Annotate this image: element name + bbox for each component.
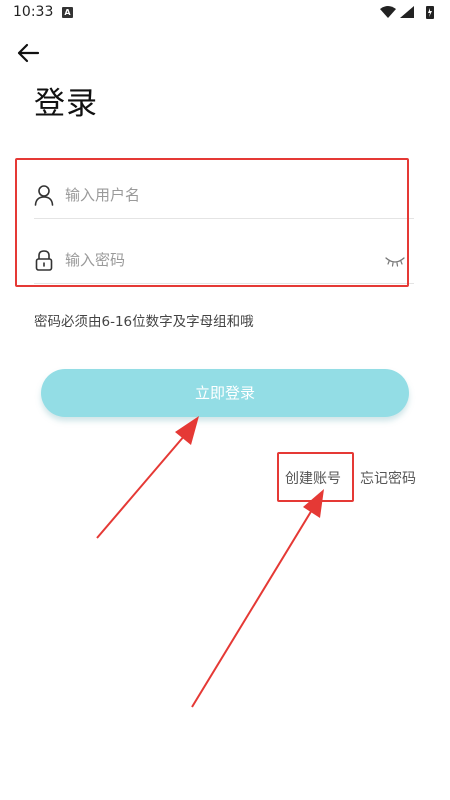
password-hint: 密码必须由6-16位数字及字母组和哦 (34, 314, 254, 330)
status-time: 10:33 (13, 4, 54, 20)
a-letter-icon: A (62, 7, 73, 18)
annotation-box-create-account (277, 452, 354, 502)
wifi-icon (380, 6, 396, 18)
annotation-arrow-create-account (191, 489, 324, 708)
annotation-arrow-login (96, 416, 199, 539)
annotation-box-form (15, 158, 409, 287)
status-icons (380, 6, 434, 19)
page-title: 登录 (34, 86, 98, 122)
status-bar: 10:33 A (0, 0, 450, 26)
login-button[interactable]: 立即登录 (41, 369, 409, 417)
back-arrow-icon[interactable] (16, 42, 40, 64)
forgot-password-link[interactable]: 忘记密码 (360, 468, 416, 488)
signal-icon (400, 6, 414, 18)
